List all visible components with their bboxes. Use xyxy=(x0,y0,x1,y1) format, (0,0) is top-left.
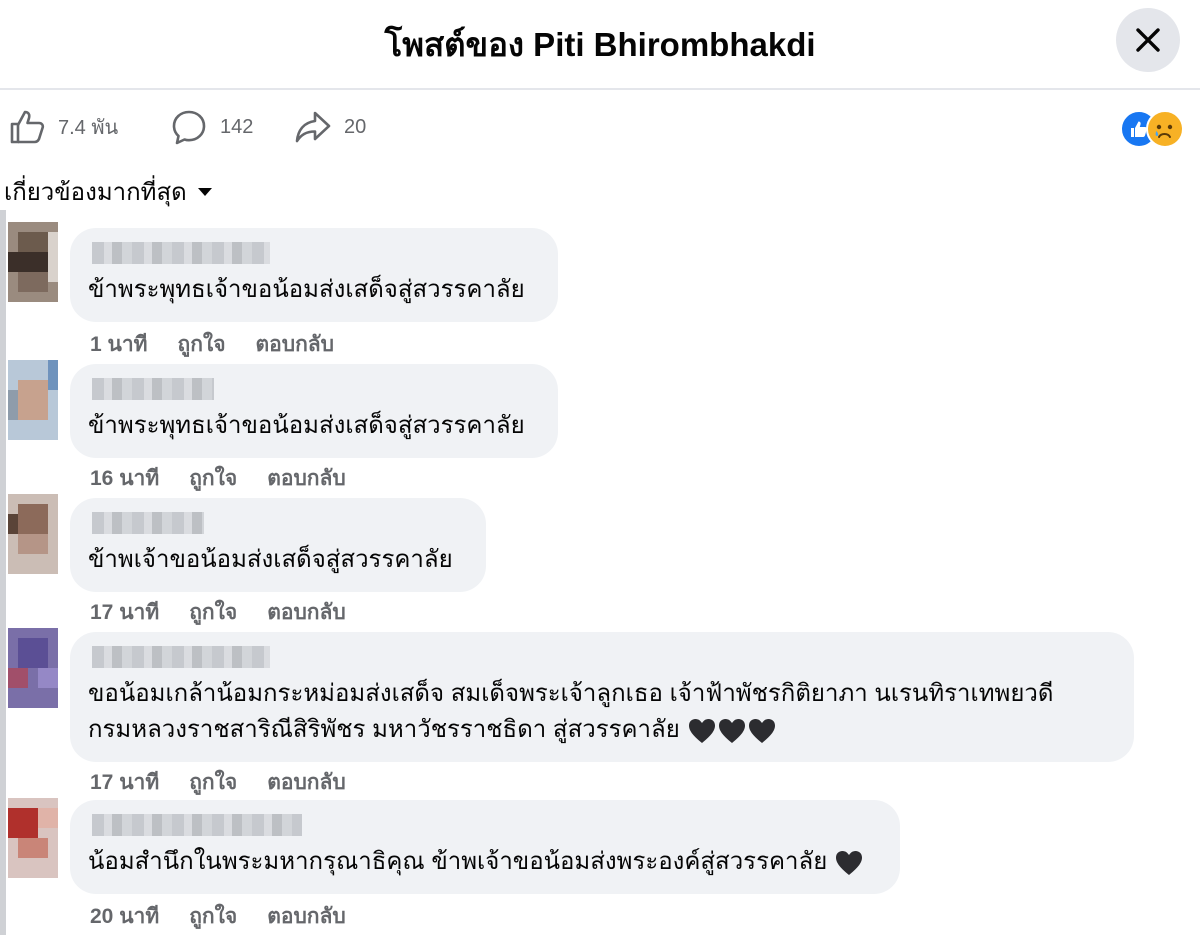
caret-down-icon xyxy=(197,187,212,196)
dialog-header: โพสต์ของ Piti Bhirombhakdi xyxy=(0,0,1200,90)
comment-action-button[interactable]: 142 xyxy=(170,108,253,146)
comment-text: น้อมสำนึกในพระมหากรุณาธิคุณ ข้าพเจ้าขอน้… xyxy=(88,848,828,875)
comment-meta: 20 นาที ถูกใจ ตอบกลับ xyxy=(90,900,346,933)
avatar[interactable] xyxy=(8,360,58,440)
comment-like-button[interactable]: ถูกใจ xyxy=(189,766,237,799)
comment-time[interactable]: 1 นาที xyxy=(90,328,148,361)
post-comments-dialog: โพสต์ของ Piti Bhirombhakdi 7.4 พัน 142 2… xyxy=(0,0,1200,935)
commenter-name-blurred[interactable] xyxy=(92,512,204,534)
action-bar: 7.4 พัน 142 20 xyxy=(0,100,1200,156)
black-heart-icon xyxy=(836,850,863,875)
sad-reaction-icon xyxy=(1146,110,1184,148)
comment-like-button[interactable]: ถูกใจ xyxy=(189,462,237,495)
sort-label: เกี่ยวข้องมากที่สุด xyxy=(4,179,187,206)
avatar[interactable] xyxy=(8,494,58,574)
comment-reply-button[interactable]: ตอบกลับ xyxy=(267,766,346,799)
comment-time[interactable]: 16 นาที xyxy=(90,462,159,495)
close-icon xyxy=(1136,28,1160,52)
comment-bubble: ข้าพระพุทธเจ้าขอน้อมส่งเสด็จสู่สวรรคาลัย xyxy=(70,228,558,322)
black-hearts xyxy=(688,718,776,744)
black-hearts xyxy=(835,850,863,876)
share-action-button[interactable]: 20 xyxy=(294,108,366,146)
black-heart-icon xyxy=(688,718,715,743)
comment-time[interactable]: 17 นาที xyxy=(90,766,159,799)
avatar[interactable] xyxy=(8,798,58,878)
comment-meta: 17 นาที ถูกใจ ตอบกลับ xyxy=(90,596,346,629)
comment-bubble: ข้าพเจ้าขอน้อมส่งเสด็จสู่สวรรคาลัย xyxy=(70,498,486,592)
commenter-name-blurred[interactable] xyxy=(92,378,214,400)
comment-like-button[interactable]: ถูกใจ xyxy=(178,328,226,361)
comment-text: ข้าพเจ้าขอน้อมส่งเสด็จสู่สวรรคาลัย xyxy=(88,546,453,573)
commenter-name-blurred[interactable] xyxy=(92,814,302,836)
avatar[interactable] xyxy=(8,222,58,302)
like-count: 7.4 พัน xyxy=(58,117,119,139)
comment-text-line: น้อมสำนึกในพระมหากรุณาธิคุณ ข้าพเจ้าขอน้… xyxy=(88,844,882,880)
comment-text-line-2: กรมหลวงราชสาริณีสิริพัชร มหาวัชรราชธิดา … xyxy=(88,712,1116,748)
comment-time[interactable]: 17 นาที xyxy=(90,596,159,629)
comment-reply-button[interactable]: ตอบกลับ xyxy=(256,328,335,361)
comment-bubble: ขอน้อมเกล้าน้อมกระหม่อมส่งเสด็จ สมเด็จพร… xyxy=(70,632,1134,762)
black-heart-icon xyxy=(748,718,775,743)
comment-text: กรมหลวงราชสาริณีสิริพัชร มหาวัชรราชธิดา … xyxy=(88,716,680,743)
like-action-button[interactable]: 7.4 พัน xyxy=(8,108,118,146)
comment-text: ข้าพระพุทธเจ้าขอน้อมส่งเสด็จสู่สวรรคาลัย xyxy=(88,276,525,303)
comment-reply-button[interactable]: ตอบกลับ xyxy=(267,596,346,629)
comment-text: ข้าพระพุทธเจ้าขอน้อมส่งเสด็จสู่สวรรคาลัย xyxy=(88,412,525,439)
comment-sort-dropdown[interactable]: เกี่ยวข้องมากที่สุด xyxy=(4,172,213,211)
comment-meta: 17 นาที ถูกใจ ตอบกลับ xyxy=(90,766,346,799)
comment-like-button[interactable]: ถูกใจ xyxy=(189,900,237,933)
comment-count: 142 xyxy=(220,115,254,138)
close-button[interactable] xyxy=(1116,8,1180,72)
share-arrow-icon xyxy=(295,111,331,143)
commenter-name-blurred[interactable] xyxy=(92,242,270,264)
comment-bubble: ข้าพระพุทธเจ้าขอน้อมส่งเสด็จสู่สวรรคาลัย xyxy=(70,364,558,458)
avatar[interactable] xyxy=(8,628,58,708)
reaction-summary[interactable] xyxy=(1120,108,1186,148)
commenter-name-blurred[interactable] xyxy=(92,646,270,668)
comment-text-line-1: ขอน้อมเกล้าน้อมกระหม่อมส่งเสด็จ สมเด็จพร… xyxy=(88,680,1054,707)
comment-reply-button[interactable]: ตอบกลับ xyxy=(267,462,346,495)
comment-bubble-icon xyxy=(172,110,206,145)
comment-meta: 1 นาที ถูกใจ ตอบกลับ xyxy=(90,328,334,361)
thread-rail xyxy=(0,210,6,935)
comment-bubble: น้อมสำนึกในพระมหากรุณาธิคุณ ข้าพเจ้าขอน้… xyxy=(70,800,900,894)
comment-time[interactable]: 20 นาที xyxy=(90,900,159,933)
comment-meta: 16 นาที ถูกใจ ตอบกลับ xyxy=(90,462,346,495)
black-heart-icon xyxy=(718,718,745,743)
thumbs-up-icon xyxy=(10,110,45,144)
comment-reply-button[interactable]: ตอบกลับ xyxy=(267,900,346,933)
dialog-title: โพสต์ของ Piti Bhirombhakdi xyxy=(384,26,816,63)
share-count: 20 xyxy=(344,115,367,138)
comment-like-button[interactable]: ถูกใจ xyxy=(189,596,237,629)
